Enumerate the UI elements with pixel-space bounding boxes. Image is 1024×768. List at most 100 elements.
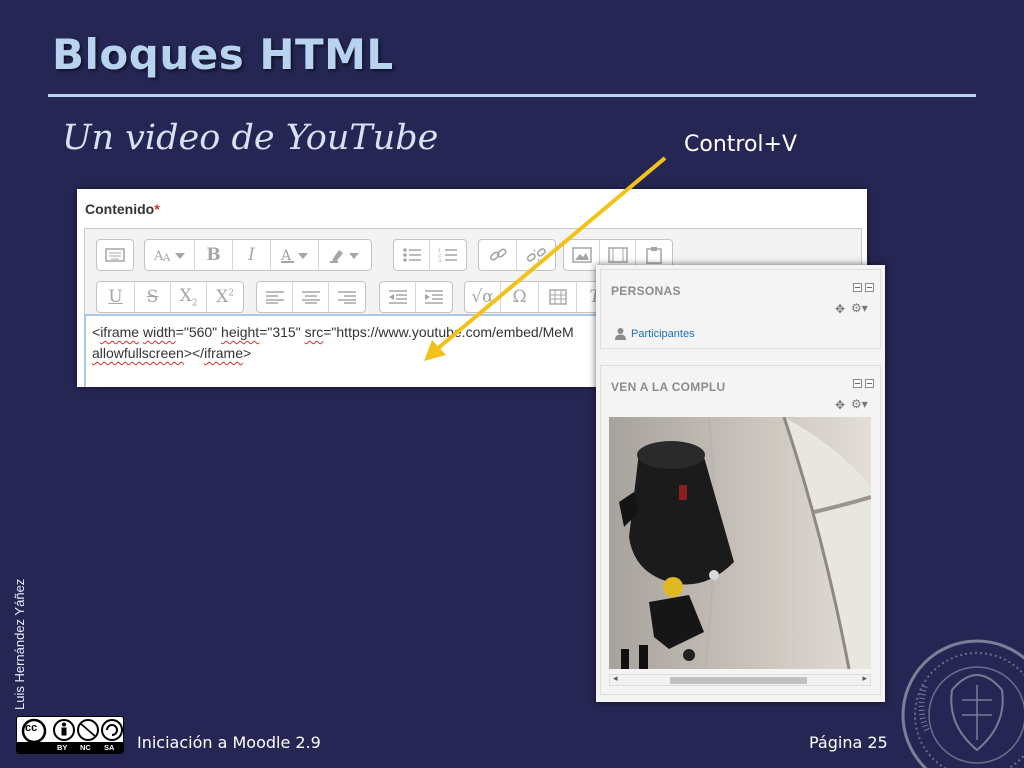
underline-icon: U	[108, 287, 123, 307]
toolbar-group-align	[256, 281, 366, 313]
table-button[interactable]	[539, 282, 577, 312]
strikethrough-icon: S	[146, 287, 159, 307]
slide-title: Bloques HTML	[52, 30, 394, 79]
code-fragment: >	[242, 345, 252, 361]
font-size-button[interactable]: AA	[145, 240, 195, 270]
horizontal-scrollbar[interactable]: ◂ ▸	[609, 673, 871, 686]
background-color-button[interactable]	[319, 240, 371, 270]
code-fragment: allowfullscreen	[92, 345, 184, 361]
indent-icon	[425, 290, 443, 304]
align-center-icon	[301, 291, 320, 304]
highlighter-icon	[330, 250, 359, 263]
code-fragment: height	[221, 324, 260, 340]
strikethrough-button[interactable]: S	[135, 282, 171, 312]
content-label-text: Contenido	[85, 201, 155, 217]
align-left-button[interactable]	[257, 282, 293, 312]
italic-icon: I	[248, 245, 255, 265]
toolbar-group-text: U S X2 X2	[96, 281, 244, 313]
license-by: BY	[57, 743, 68, 752]
code-fragment: <	[92, 324, 101, 340]
content-field-label: Contenido*	[85, 201, 160, 217]
code-fragment: ="560"	[175, 324, 222, 340]
image-icon	[571, 247, 592, 263]
font-color-button[interactable]: A	[271, 240, 319, 270]
font-size-icon: AA	[153, 249, 185, 264]
toolbar-group-style: AA B I A	[144, 239, 372, 271]
align-right-button[interactable]	[329, 282, 365, 312]
code-fragment: ="315"	[259, 324, 305, 340]
toolbar-group-insert: √α Ω T	[464, 281, 614, 313]
footer-page-number: Página 25	[809, 733, 888, 752]
code-fragment: width	[142, 324, 176, 340]
unlink-icon	[526, 248, 546, 263]
participants-link[interactable]: Participantes	[631, 328, 695, 340]
code-fragment: iframe	[100, 324, 140, 340]
film-icon	[607, 247, 628, 263]
toolbar-group-toggle	[96, 239, 134, 271]
outdent-button[interactable]	[380, 282, 416, 312]
scrollbar-thumb[interactable]	[670, 677, 807, 684]
cc-logo-text: cc	[25, 722, 38, 734]
italic-button[interactable]: I	[233, 240, 271, 270]
subscript-icon: X2	[179, 285, 198, 309]
link-button[interactable]	[479, 240, 517, 270]
scroll-left-icon[interactable]: ◂	[613, 673, 618, 684]
align-left-icon	[265, 291, 284, 304]
ordered-list-button[interactable]: 123	[430, 240, 466, 270]
svg-text:3: 3	[438, 258, 441, 263]
superscript-icon: X2	[216, 287, 234, 307]
subscript-button[interactable]: X2	[171, 282, 207, 312]
move-icon[interactable]: ✥	[835, 398, 845, 412]
unlink-button[interactable]	[517, 240, 555, 270]
moodle-sidebar-screenshot: PERSONAS ✥ ⚙▾ Participantes VEN A LA COM…	[596, 265, 885, 702]
license-nc: NC	[80, 743, 91, 752]
toolbar-group-indent	[379, 281, 453, 313]
bold-icon: B	[206, 245, 221, 265]
title-divider	[48, 94, 976, 97]
indent-button[interactable]	[416, 282, 452, 312]
gear-icon[interactable]: ⚙▾	[851, 301, 868, 315]
code-fragment: ></	[183, 345, 205, 361]
code-fragment: iframe	[204, 345, 243, 361]
numbered-list-icon: 123	[438, 248, 457, 263]
author-name: Luis Hernández Yáñez	[12, 578, 27, 710]
person-icon	[615, 328, 626, 340]
square-root-icon: √α	[471, 287, 494, 307]
dock-icon[interactable]	[865, 379, 874, 388]
clipboard-icon	[646, 247, 662, 264]
table-icon	[548, 289, 567, 305]
scroll-right-icon[interactable]: ▸	[862, 673, 867, 684]
collapse-icon[interactable]	[853, 379, 862, 388]
bold-button[interactable]: B	[195, 240, 233, 270]
underline-button[interactable]: U	[97, 282, 135, 312]
equation-button[interactable]: √α	[465, 282, 501, 312]
special-character-button[interactable]: Ω	[501, 282, 539, 312]
svg-text:A: A	[162, 253, 171, 264]
creative-commons-badge: cc BY NC SA	[16, 716, 124, 754]
university-seal-icon	[901, 639, 1024, 768]
align-right-icon	[338, 291, 356, 304]
footer-course-name: Iniciación a Moodle 2.9	[137, 733, 321, 752]
block-personas: PERSONAS ✥ ⚙▾ Participantes	[600, 269, 881, 349]
shortcut-hint: Control+V	[684, 132, 798, 157]
link-icon	[489, 248, 507, 261]
toolbar-toggle-button[interactable]	[97, 240, 133, 270]
gear-icon[interactable]: ⚙▾	[851, 397, 868, 411]
toolbar-group-links	[478, 239, 556, 271]
dock-icon[interactable]	[865, 283, 874, 292]
required-mark: *	[154, 201, 160, 217]
superscript-button[interactable]: X2	[207, 282, 243, 312]
collapse-icon[interactable]	[853, 283, 862, 292]
move-icon[interactable]: ✥	[835, 302, 845, 316]
align-center-button[interactable]	[293, 282, 329, 312]
keyboard-icon	[105, 248, 125, 262]
font-color-icon: A	[280, 248, 308, 264]
unordered-list-button[interactable]	[394, 240, 430, 270]
bullet-list-icon	[402, 248, 421, 262]
omega-icon: Ω	[512, 287, 527, 307]
block-title: VEN A LA COMPLU	[611, 380, 726, 394]
telescope-photo	[609, 417, 871, 669]
toolbar-group-lists: 123	[393, 239, 467, 271]
block-title: PERSONAS	[611, 284, 681, 298]
image-button[interactable]	[564, 240, 600, 270]
